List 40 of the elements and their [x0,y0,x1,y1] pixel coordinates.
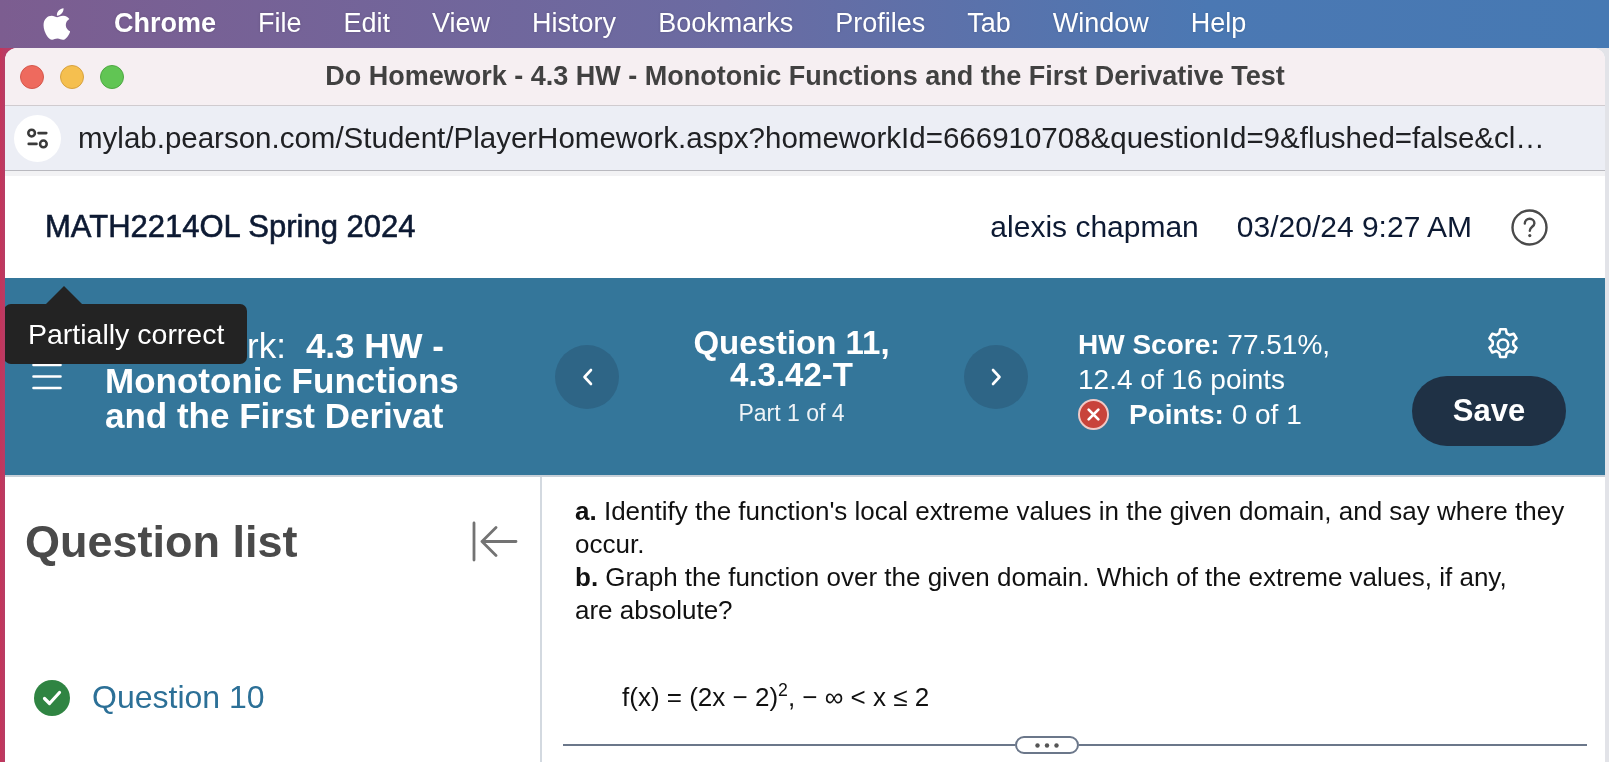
question-text: a. Identify the function's local extreme values in the given domain, and say where they occur. [575,495,1566,561]
menu-item[interactable]: View [432,9,491,39]
menu-item[interactable]: History [532,9,617,39]
tooltip: Partially correct [5,286,247,364]
chevron-right-icon [990,367,1002,386]
part-label: Part 1 of 4 [737,399,846,427]
date-time: 03/20/24 9:27 AM [1236,210,1472,244]
menu-item[interactable]: Help [1190,9,1247,39]
homework-title: and the First Derivat [105,397,444,433]
course-title: MATH2214OL Spring 2024 [45,209,416,245]
resize-handle[interactable] [1015,736,1079,754]
homework-title: Monotonic Functions [105,362,459,398]
dots-icon [1035,742,1059,748]
question-link[interactable]: Question 10 [34,679,265,716]
formula-text: f(x) = (2x − 2)$^{2}$, − ∞ < x ≤ 2 [622,681,930,714]
menu-item[interactable]: Edit [343,9,391,39]
question-text: b. Graph the function over the given domain. Which of the extreme values, if any, are absolute? [575,561,1508,627]
menu-item[interactable]: Bookmarks [658,9,794,39]
chevron-left-icon [581,367,593,386]
close-icon[interactable] [20,64,44,89]
title-label: rk: [247,327,286,363]
sliders-icon[interactable] [14,114,61,162]
app-menu[interactable]: Chrome [114,9,216,39]
question-list-title: Question list [25,515,298,568]
points-text: Points: 0 of 1 [1129,398,1302,432]
menu-item[interactable]: Window [1052,9,1149,39]
apple-icon[interactable] [43,8,70,40]
question-title: Question 11, 4.3.42-T [692,326,891,391]
user-name: alexis chapman [990,210,1199,244]
save-button[interactable]: Save [1412,376,1566,446]
score-text: HW Score: 77.51%, 12.4 of 16 points [1078,328,1332,397]
help-icon[interactable] [1511,208,1548,246]
menu-icon[interactable] [32,363,62,390]
menu-item[interactable]: File [258,9,302,39]
homework-title: 4.3 HW - [305,327,444,363]
address-field[interactable]: mylab.pearson.com/Student/PlayerHomework.aspx?homeworkId=666910708&questionId=9&flushed=false&cl… [5,106,1605,171]
menu-item[interactable]: Tab [967,9,1011,39]
menu-item[interactable]: Profiles [835,9,926,39]
window-title: Do Homework - 4.3 HW - Monotonic Functions and the First Derivative Test [325,61,1285,92]
arrow-left-bar-icon[interactable] [472,521,518,562]
